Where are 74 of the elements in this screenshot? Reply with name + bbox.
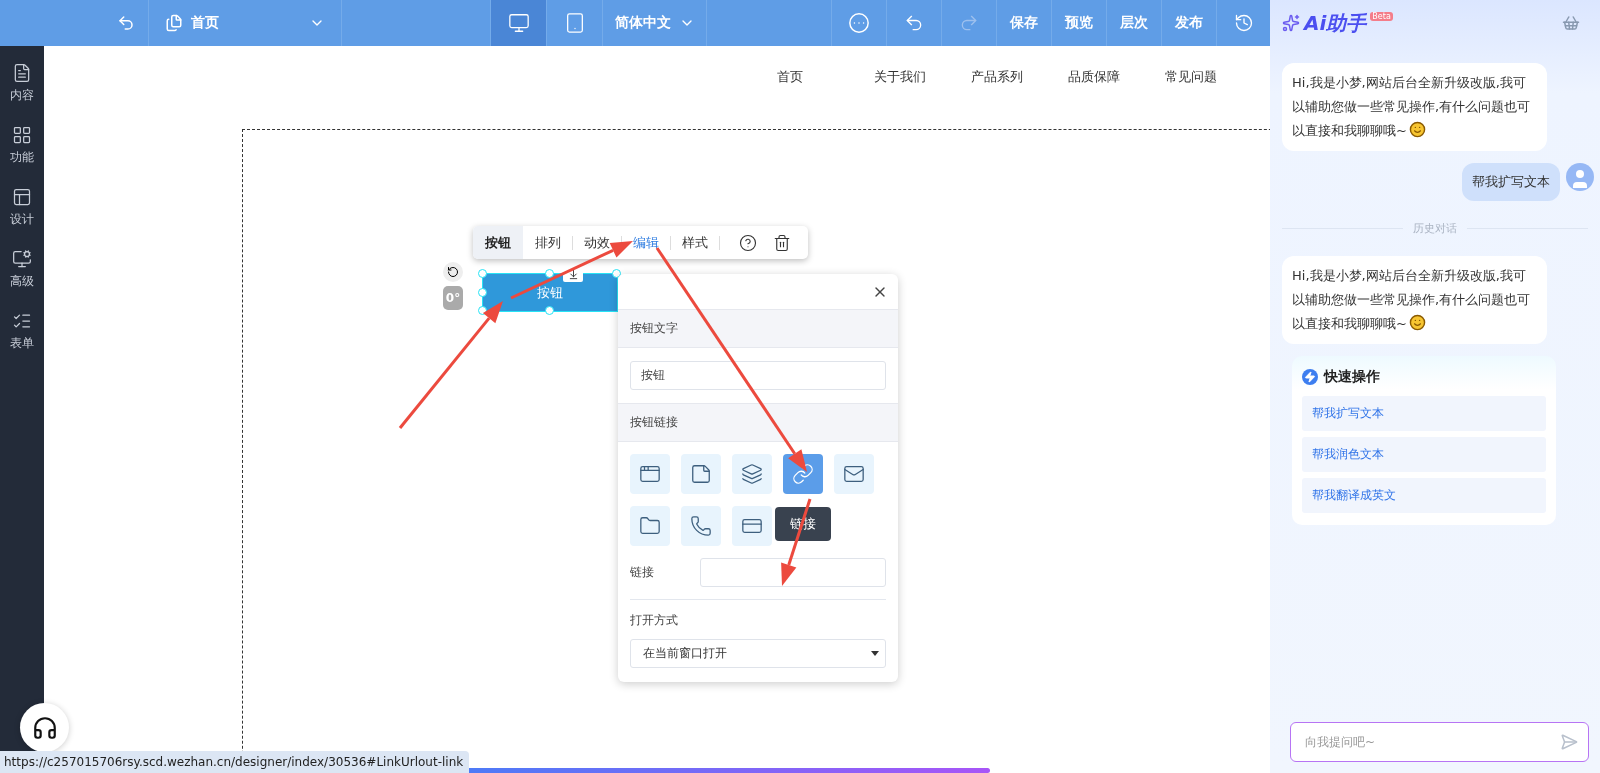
link-icon bbox=[792, 463, 814, 485]
link-type-button[interactable] bbox=[630, 454, 670, 494]
user-avatar bbox=[1566, 163, 1594, 191]
toolbar-tab[interactable]: 编辑 bbox=[633, 235, 659, 250]
toolbar-tab[interactable]: 排列 bbox=[535, 235, 561, 250]
assistant-title: Ai助手 bbox=[1304, 9, 1367, 37]
toolbar-tab[interactable]: 样式 bbox=[682, 235, 708, 250]
smile-icon bbox=[1408, 314, 1426, 331]
grid-icon bbox=[12, 124, 32, 145]
section-header: 按钮链接 bbox=[618, 403, 898, 442]
monitor-icon bbox=[507, 12, 530, 34]
link-type-button[interactable] bbox=[681, 454, 721, 494]
status-url: https://c257015706rsy.scd.wezhan.cn/designer/index/30536#LinkUrlout-link bbox=[0, 751, 470, 773]
resize-handle[interactable] bbox=[545, 269, 554, 278]
chat-input-box[interactable]: 向我提问吧~ bbox=[1290, 722, 1589, 762]
document-icon bbox=[12, 62, 32, 83]
open-mode-select[interactable]: 在当前窗口打开 bbox=[630, 639, 886, 668]
headset-icon bbox=[31, 714, 58, 741]
toolbar-tab[interactable]: 动效 bbox=[584, 235, 610, 250]
rotation-badge: 0° bbox=[443, 286, 463, 310]
link-type-button[interactable] bbox=[732, 506, 772, 546]
rotate-button[interactable] bbox=[443, 262, 463, 282]
assistant-message: Hi,我是小梦,网站后台全新升级改版,我可以辅助您做一些常见操作,有什么问题也可以直接和我聊聊哦~ bbox=[1282, 256, 1547, 344]
help-icon bbox=[739, 233, 757, 252]
nav-link[interactable]: 关于我们 bbox=[874, 68, 971, 86]
link-type-button[interactable] bbox=[783, 454, 823, 494]
layout-icon bbox=[12, 186, 32, 207]
sidebar-item[interactable]: 设计 bbox=[0, 182, 44, 232]
sidebar-item[interactable]: 高级 bbox=[0, 244, 44, 294]
quick-action-button[interactable]: 帮我扩写文本 bbox=[1302, 396, 1546, 431]
folder-icon bbox=[639, 515, 661, 537]
assistant-message: Hi,我是小梦,网站后台全新升级改版,我可以辅助您做一些常见操作,有什么问题也可以直接和我聊聊哦~ bbox=[1282, 63, 1547, 151]
section-header: 按钮文字 bbox=[618, 309, 898, 348]
nav-link[interactable]: 产品系列 bbox=[971, 68, 1068, 86]
nav-link[interactable]: 首页 bbox=[777, 68, 874, 86]
user-message: 帮我扩写文本 bbox=[1462, 163, 1560, 201]
monitor-code-icon bbox=[12, 248, 32, 269]
undo-icon bbox=[117, 14, 135, 32]
link-type-button[interactable] bbox=[834, 454, 874, 494]
card-title: 快速操作 bbox=[1324, 368, 1380, 386]
link-type-button[interactable] bbox=[630, 506, 670, 546]
basket-icon[interactable] bbox=[1562, 14, 1580, 32]
field-label: 打开方式 bbox=[629, 612, 679, 629]
device-button[interactable] bbox=[490, 0, 546, 46]
toolbar-title: 按钮 bbox=[473, 226, 523, 259]
nav-link[interactable]: 品质保障 bbox=[1068, 68, 1165, 86]
beta-badge: Beta bbox=[1370, 11, 1393, 21]
pages-icon bbox=[165, 14, 183, 32]
link-field[interactable] bbox=[700, 558, 886, 587]
trash-icon bbox=[773, 233, 791, 252]
link-type-button[interactable] bbox=[681, 506, 721, 546]
lightning-icon bbox=[1302, 369, 1318, 385]
download-icon bbox=[567, 269, 579, 280]
field-label: 链接 bbox=[630, 564, 654, 581]
resize-handle[interactable] bbox=[545, 306, 554, 315]
smile-icon bbox=[1408, 121, 1426, 138]
window-icon bbox=[639, 463, 661, 485]
caret-icon bbox=[871, 651, 879, 656]
sidebar-item[interactable]: 表单 bbox=[0, 306, 44, 356]
divider-label: 历史对话 bbox=[1413, 221, 1457, 236]
chat-input[interactable]: 向我提问吧~ bbox=[1303, 734, 1560, 750]
text-field[interactable]: 按钮 bbox=[630, 361, 886, 390]
note-icon bbox=[690, 463, 712, 485]
sidebar-item[interactable]: 功能 bbox=[0, 120, 44, 170]
sidebar-item[interactable]: 内容 bbox=[0, 58, 44, 108]
link-type-button[interactable] bbox=[732, 454, 772, 494]
quick-action-button[interactable]: 帮我润色文本 bbox=[1302, 437, 1546, 472]
sparkle-icon bbox=[1282, 14, 1300, 32]
layers-icon bbox=[741, 463, 763, 485]
nav-link[interactable]: 常见问题 bbox=[1165, 68, 1262, 86]
quick-action-button[interactable]: 帮我翻译成英文 bbox=[1302, 478, 1546, 513]
rotate-icon bbox=[447, 266, 459, 278]
mail-icon bbox=[843, 463, 865, 485]
phone-icon bbox=[690, 515, 712, 537]
